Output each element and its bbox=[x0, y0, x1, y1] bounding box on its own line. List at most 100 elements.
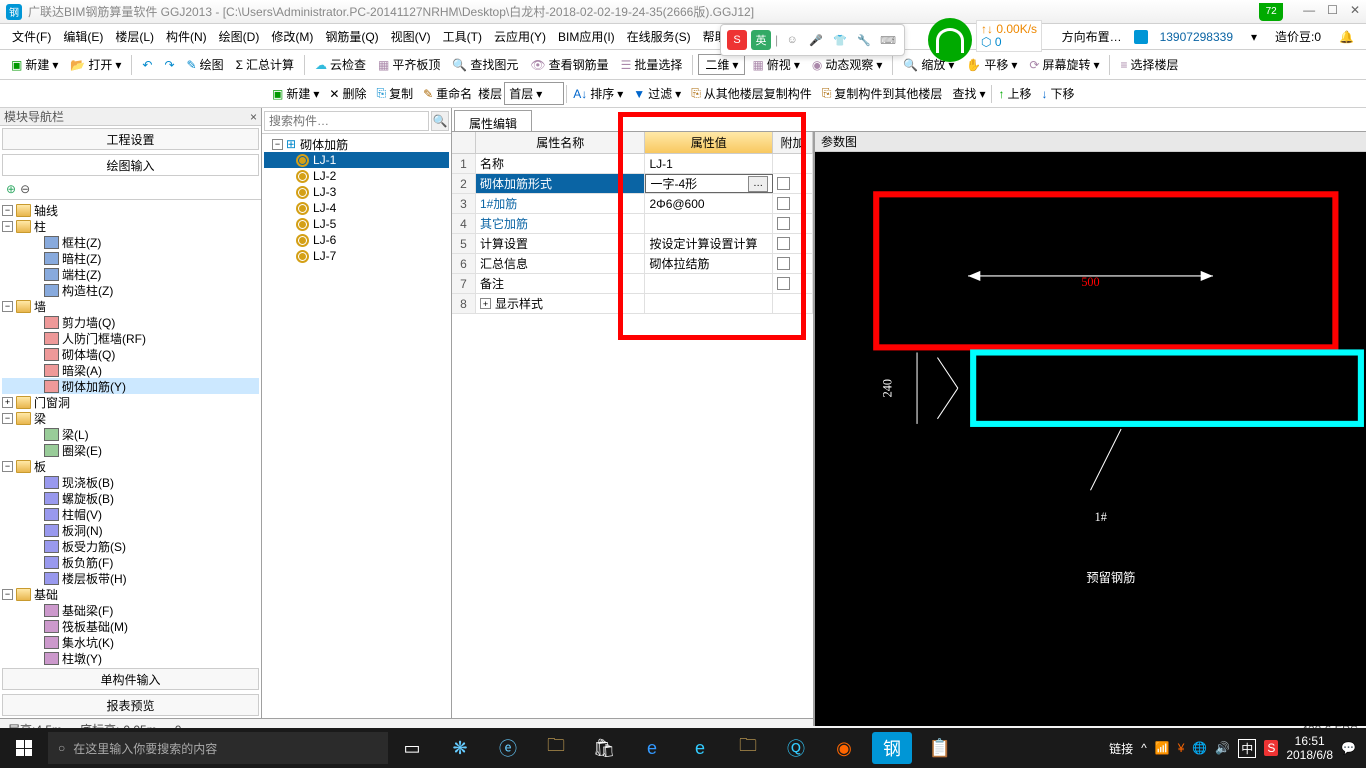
dynamic-view-button[interactable]: ◉动态观察▾ bbox=[807, 53, 888, 76]
property-row[interactable]: 1名称LJ-1 bbox=[452, 154, 813, 174]
tree-item[interactable]: 柱墩(Y) bbox=[2, 650, 259, 666]
component-root[interactable]: −⊞砌体加筋 bbox=[264, 136, 449, 152]
tree-item[interactable]: −基础 bbox=[2, 586, 259, 602]
move-up-button[interactable]: ↑上移 bbox=[994, 83, 1035, 104]
tray-sogou-icon[interactable]: S bbox=[1264, 740, 1278, 756]
app-icon-1[interactable]: ❋ bbox=[436, 728, 484, 768]
store-icon[interactable]: 🛍 bbox=[580, 728, 628, 768]
component-item[interactable]: LJ-5 bbox=[264, 216, 449, 232]
tree-item[interactable]: 梁(L) bbox=[2, 426, 259, 442]
property-tab-edit[interactable]: 属性编辑 bbox=[454, 110, 532, 131]
select-floor-button[interactable]: ≡选择楼层 bbox=[1115, 53, 1183, 76]
search-button[interactable]: 🔍 bbox=[431, 111, 449, 131]
tree-toggle-icon[interactable]: − bbox=[2, 461, 13, 472]
prop-extra[interactable] bbox=[773, 254, 813, 273]
checkbox[interactable] bbox=[777, 277, 790, 290]
checkbox[interactable] bbox=[777, 177, 790, 190]
checkbox[interactable] bbox=[777, 197, 790, 210]
ime-icon-s[interactable]: S bbox=[727, 30, 747, 50]
ime-icon-tool[interactable]: 🔧 bbox=[854, 30, 874, 50]
tree-item[interactable]: 构造柱(Z) bbox=[2, 282, 259, 298]
ie-icon[interactable]: e bbox=[676, 728, 724, 768]
property-row[interactable]: 2砌体加筋形式一字-4形… bbox=[452, 174, 813, 194]
glodon-icon[interactable]: 钢 bbox=[872, 732, 912, 764]
tree-item[interactable]: 基础梁(F) bbox=[2, 602, 259, 618]
qq-icon[interactable]: Ⓠ bbox=[772, 728, 820, 768]
user-dropdown[interactable]: ▾ bbox=[1245, 27, 1263, 47]
tray-wifi-icon[interactable]: 📶 bbox=[1155, 741, 1170, 755]
component-item[interactable]: LJ-6 bbox=[264, 232, 449, 248]
tree-item[interactable]: 人防门框墙(RF) bbox=[2, 330, 259, 346]
nav-tab-report[interactable]: 报表预览 bbox=[2, 694, 259, 716]
floor-select[interactable]: 首层▾ bbox=[504, 82, 564, 105]
collapse-icon[interactable]: ⊖ bbox=[20, 182, 30, 196]
prop-value[interactable]: 一字-4形… bbox=[645, 174, 773, 193]
menu-bim[interactable]: BIM应用(I) bbox=[552, 25, 621, 48]
tree-item[interactable]: +门窗洞 bbox=[2, 394, 259, 410]
cloud-check-button[interactable]: ☁云检查 bbox=[310, 53, 371, 76]
tree-item[interactable]: 暗梁(A) bbox=[2, 362, 259, 378]
rotate-button[interactable]: ⟳屏幕旋转▾ bbox=[1024, 53, 1104, 76]
menu-edit[interactable]: 编辑(E) bbox=[57, 25, 109, 48]
find-button[interactable]: 查找▾ bbox=[948, 83, 989, 104]
tree-item[interactable]: 集水坑(K) bbox=[2, 634, 259, 650]
filter-button[interactable]: ▼过滤▾ bbox=[629, 83, 685, 104]
component-item[interactable]: LJ-2 bbox=[264, 168, 449, 184]
prop-value[interactable] bbox=[645, 214, 773, 233]
undo-button[interactable]: ↶ bbox=[137, 55, 157, 75]
close-button[interactable]: ✕ bbox=[1350, 3, 1360, 21]
taskbar-search[interactable]: ○ 在这里输入你要搜索的内容 bbox=[48, 732, 388, 764]
nav-tab-single[interactable]: 单构件输入 bbox=[2, 668, 259, 690]
view-2d-button[interactable]: 二维▾ bbox=[698, 54, 745, 75]
component-item[interactable]: LJ-7 bbox=[264, 248, 449, 264]
flat-top-button[interactable]: ▦平齐板顶 bbox=[373, 53, 445, 76]
prop-value[interactable]: 砌体拉结筋 bbox=[645, 254, 773, 273]
tray-clock[interactable]: 16:51 2018/6/8 bbox=[1286, 734, 1333, 762]
tree-item[interactable]: 剪力墙(Q) bbox=[2, 314, 259, 330]
bell-icon[interactable]: 🔔 bbox=[1333, 27, 1360, 47]
tree-item[interactable]: 端柱(Z) bbox=[2, 266, 259, 282]
property-row[interactable]: 4其它加筋 bbox=[452, 214, 813, 234]
move-down-button[interactable]: ↓下移 bbox=[1038, 83, 1079, 104]
new-button[interactable]: ▣新建▾ bbox=[6, 53, 63, 76]
menu-floor[interactable]: 楼层(L) bbox=[109, 25, 160, 48]
copy-to-button[interactable]: ⎘复制构件到其他楼层 bbox=[818, 83, 947, 104]
tray-notif-icon[interactable]: 💬 bbox=[1341, 741, 1356, 755]
ime-overlay[interactable]: S 英 | ☺ 🎤 👕 🔧 ⌨ bbox=[720, 24, 905, 56]
tree-item[interactable]: 柱帽(V) bbox=[2, 506, 259, 522]
prop-value[interactable]: 2Φ6@600 bbox=[645, 194, 773, 213]
ime-icon-face[interactable]: ☺ bbox=[782, 30, 802, 50]
edge2-icon[interactable]: e bbox=[628, 728, 676, 768]
prop-extra[interactable] bbox=[773, 194, 813, 213]
tree-item[interactable]: 筏板基础(M) bbox=[2, 618, 259, 634]
edge-icon[interactable]: ⓔ bbox=[484, 728, 532, 768]
tree-item[interactable]: 楼层板带(H) bbox=[2, 570, 259, 586]
prop-value[interactable] bbox=[645, 294, 773, 313]
menu-modify[interactable]: 修改(M) bbox=[265, 25, 319, 48]
minimize-button[interactable]: — bbox=[1303, 3, 1315, 21]
view-rebar-button[interactable]: 👁查看钢筋量 bbox=[525, 53, 613, 76]
tree-toggle-icon[interactable]: − bbox=[2, 589, 13, 600]
plan-view-button[interactable]: ▦俯视▾ bbox=[747, 53, 804, 76]
tree-toggle-icon[interactable]: − bbox=[2, 221, 13, 232]
tray-app-icon[interactable]: ¥ bbox=[1178, 741, 1185, 755]
ime-icon-kb[interactable]: ⌨ bbox=[878, 30, 898, 50]
wifi-badge-icon[interactable] bbox=[928, 18, 972, 62]
property-row[interactable]: 5计算设置按设定计算设置计算 bbox=[452, 234, 813, 254]
comp-copy-button[interactable]: ⎘复制 bbox=[372, 83, 417, 104]
start-button[interactable] bbox=[0, 728, 48, 768]
menu-cloud[interactable]: 云应用(Y) bbox=[488, 25, 552, 48]
tree-item[interactable]: 板洞(N) bbox=[2, 522, 259, 538]
menu-draw[interactable]: 绘图(D) bbox=[213, 25, 266, 48]
nav-close-icon[interactable]: × bbox=[250, 110, 257, 124]
property-row[interactable]: 6汇总信息砌体拉结筋 bbox=[452, 254, 813, 274]
tray-ime-icon[interactable]: 中 bbox=[1238, 739, 1256, 758]
menu-component[interactable]: 构件(N) bbox=[160, 25, 213, 48]
menu-view[interactable]: 视图(V) bbox=[385, 25, 437, 48]
tree-item[interactable]: 砌体加筋(Y) bbox=[2, 378, 259, 394]
tree-item[interactable]: 暗柱(Z) bbox=[2, 250, 259, 266]
cad-viewport[interactable]: 500 240 1# 预留钢筋 bbox=[815, 152, 1366, 726]
prop-extra[interactable] bbox=[773, 294, 813, 313]
tree-item[interactable]: 砌体墙(Q) bbox=[2, 346, 259, 362]
batch-select-button[interactable]: ☰批量选择 bbox=[616, 53, 688, 76]
